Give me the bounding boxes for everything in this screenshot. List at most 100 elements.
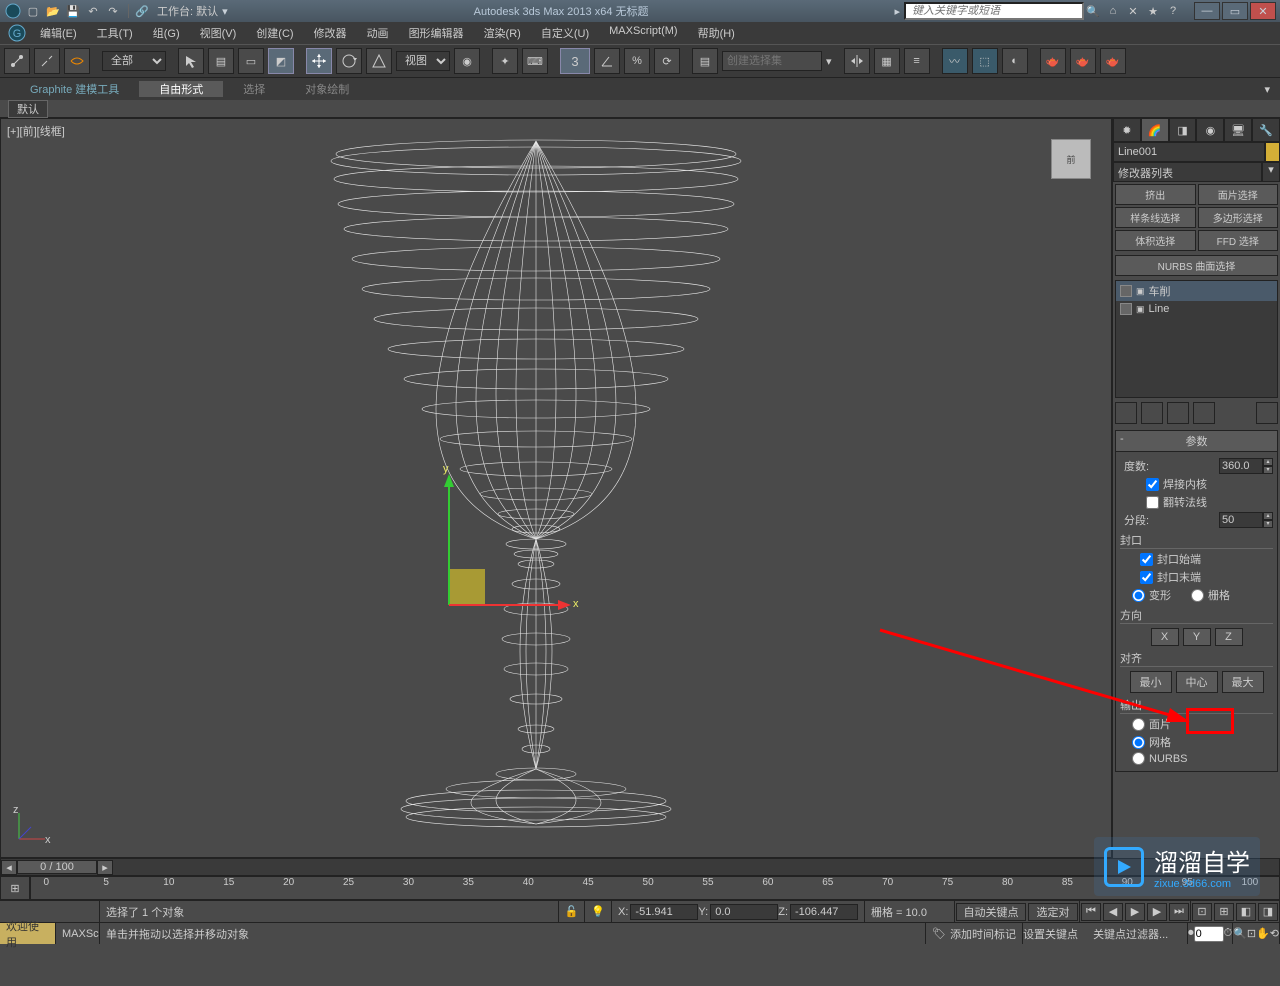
weld-core-checkbox[interactable] — [1146, 478, 1159, 491]
minimize-button[interactable]: — — [1194, 2, 1220, 20]
menu-item[interactable]: MAXScript(M) — [599, 25, 687, 41]
undo-icon[interactable]: ↶ — [84, 2, 102, 20]
viewport-nav-3-icon[interactable]: ◧ — [1236, 903, 1256, 921]
align-min-button[interactable]: 最小 — [1130, 671, 1172, 693]
menu-item[interactable]: 图形编辑器 — [399, 25, 474, 41]
pin-stack-icon[interactable] — [1115, 402, 1137, 424]
isolate-selection-icon[interactable]: 💡 — [591, 905, 605, 918]
manipulate-icon[interactable]: ✦ — [492, 48, 518, 74]
ribbon-tab[interactable]: 对象绘制 — [285, 81, 369, 97]
next-key-icon[interactable]: ▶ — [1147, 903, 1167, 921]
btn-extrude[interactable]: 挤出 — [1115, 184, 1196, 205]
out-mesh-radio[interactable] — [1132, 736, 1145, 749]
spinner-up-icon[interactable]: ▴ — [1263, 512, 1273, 520]
object-name-input[interactable] — [1113, 142, 1265, 162]
menu-item[interactable]: 组(G) — [143, 25, 190, 41]
viewport-nav-2-icon[interactable]: ⊞ — [1214, 903, 1234, 921]
orbit-icon[interactable]: ⟲ — [1270, 927, 1279, 940]
align-icon[interactable]: ▦ — [874, 48, 900, 74]
morph-radio[interactable] — [1132, 589, 1145, 602]
menu-item[interactable]: 渲染(R) — [474, 25, 531, 41]
close-button[interactable]: ✕ — [1250, 2, 1276, 20]
cap-end-checkbox[interactable] — [1140, 571, 1153, 584]
ref-coord-dropdown[interactable]: 视图 — [396, 51, 450, 71]
schematic-view-icon[interactable]: ⬚ — [972, 48, 998, 74]
menu-item[interactable]: 动画 — [357, 25, 399, 41]
align-max-button[interactable]: 最大 — [1222, 671, 1264, 693]
btn-poly-sel[interactable]: 多边形选择 — [1198, 207, 1279, 228]
favorites-icon[interactable]: ★ — [1144, 2, 1162, 20]
menu-item[interactable]: 创建(C) — [246, 25, 303, 41]
cap-start-checkbox[interactable] — [1140, 553, 1153, 566]
btn-spline-sel[interactable]: 样条线选择 — [1115, 207, 1196, 228]
spinner-up-icon[interactable]: ▴ — [1263, 458, 1273, 466]
open-icon[interactable]: 📂 — [44, 2, 62, 20]
y-coord-input[interactable] — [710, 904, 778, 920]
material-editor-icon[interactable]: ◐ — [1002, 48, 1028, 74]
ribbon-panel-label[interactable]: 默认 — [8, 100, 48, 118]
spinner-down-icon[interactable]: ▾ — [1263, 520, 1273, 528]
dir-z-button[interactable]: Z — [1215, 628, 1243, 646]
mirror-icon[interactable] — [844, 48, 870, 74]
app-icon[interactable] — [4, 2, 22, 20]
motion-tab-icon[interactable]: ◉ — [1196, 118, 1224, 142]
stack-item-lathe[interactable]: ▣ 车削 — [1116, 281, 1277, 301]
ribbon-tab[interactable]: 选择 — [223, 81, 285, 97]
menu-item[interactable]: 工具(T) — [87, 25, 143, 41]
maximize-button[interactable]: ▭ — [1222, 2, 1248, 20]
grid-radio[interactable] — [1191, 589, 1204, 602]
key-filters-button[interactable]: 关键点过滤器... — [1093, 926, 1187, 942]
trackbar[interactable]: 0510152025303540455055606570758085909510… — [30, 876, 1280, 900]
pan-icon[interactable]: ✋ — [1256, 927, 1270, 940]
search-input[interactable] — [904, 2, 1084, 20]
ribbon-tab[interactable]: Graphite 建模工具 — [10, 81, 139, 97]
menu-item[interactable]: 自定义(U) — [531, 25, 599, 41]
select-scale-icon[interactable] — [366, 48, 392, 74]
prev-frame-button[interactable]: ◂ — [1, 860, 17, 875]
select-move-icon[interactable] — [306, 48, 332, 74]
menu-item[interactable]: 编辑(E) — [30, 25, 87, 41]
time-tag-icon[interactable]: 🏷 — [932, 927, 946, 940]
setkey-button[interactable]: 设置关键点 — [1023, 926, 1093, 942]
ribbon-tab[interactable]: 自由形式 — [139, 81, 223, 97]
render-setup-icon[interactable]: 🫖 — [1040, 48, 1066, 74]
selkey-dropdown[interactable]: 选定对 — [1028, 903, 1078, 921]
named-sel-set-input[interactable] — [722, 51, 822, 71]
modifier-stack[interactable]: ▣ 车削 ▣ Line — [1115, 280, 1278, 398]
autokey-button[interactable]: 自动关键点 — [956, 903, 1026, 921]
link-tool-icon[interactable] — [4, 48, 30, 74]
degrees-input[interactable] — [1219, 458, 1263, 474]
chevron-down-icon[interactable]: ▾ — [826, 55, 832, 68]
ribbon-toggle-icon[interactable]: ▾ — [1264, 83, 1270, 96]
select-region-rect-icon[interactable]: ▭ — [238, 48, 264, 74]
out-nurbs-radio[interactable] — [1132, 752, 1145, 765]
stack-item-line[interactable]: ▣ Line — [1116, 301, 1277, 317]
display-tab-icon[interactable]: 🖥 — [1224, 118, 1252, 142]
select-rotate-icon[interactable] — [336, 48, 362, 74]
chevron-down-icon[interactable]: ▾ — [1262, 162, 1280, 182]
flip-normals-checkbox[interactable] — [1146, 496, 1159, 509]
out-patch-radio[interactable] — [1132, 718, 1145, 731]
maxscript-listener-label[interactable]: MAXSc — [56, 923, 100, 944]
save-icon[interactable]: 💾 — [64, 2, 82, 20]
selection-filter-dropdown[interactable]: 全部 — [102, 51, 166, 71]
create-tab-icon[interactable]: ✹ — [1113, 118, 1141, 142]
hierarchy-tab-icon[interactable]: ◨ — [1169, 118, 1197, 142]
dir-y-button[interactable]: Y — [1183, 628, 1211, 646]
show-end-result-icon[interactable] — [1141, 402, 1163, 424]
time-slider-handle[interactable]: 0 / 100 — [17, 860, 97, 874]
plus-icon[interactable]: ▣ — [1136, 304, 1145, 315]
stack-bulb-icon[interactable] — [1120, 303, 1132, 315]
z-coord-input[interactable] — [790, 904, 858, 920]
unlink-tool-icon[interactable] — [34, 48, 60, 74]
viewcube[interactable]: 前 — [1051, 139, 1091, 179]
modifier-list-dropdown[interactable]: 修改器列表 — [1113, 162, 1262, 182]
layer-manager-icon[interactable]: ≡ — [904, 48, 930, 74]
render-production-icon[interactable]: 🫖 — [1100, 48, 1126, 74]
plus-icon[interactable]: ▣ — [1136, 286, 1145, 297]
new-icon[interactable]: ▢ — [24, 2, 42, 20]
trackbar-toggle-icon[interactable]: ⊞ — [0, 876, 30, 900]
current-frame-input[interactable] — [1194, 926, 1224, 942]
select-object-icon[interactable] — [178, 48, 204, 74]
snap-toggle-icon[interactable]: 3 — [560, 48, 590, 74]
